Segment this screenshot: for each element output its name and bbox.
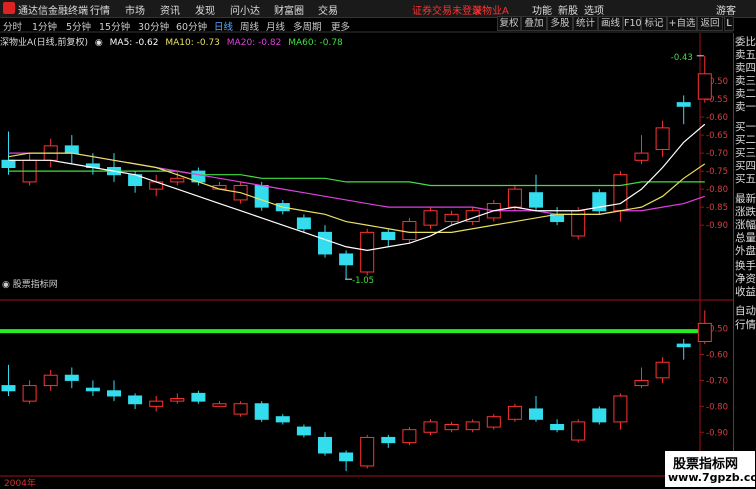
- candle-up: [444, 213, 459, 223]
- sub-candle-down: [676, 343, 691, 348]
- sidebar-item-pct[interactable]: 涨幅: [735, 219, 756, 232]
- sidebar-item-volume[interactable]: 总量: [735, 232, 756, 245]
- sub-candle-down: [128, 395, 143, 405]
- y-tick-label: -0.75: [706, 167, 728, 177]
- candle-up: [170, 177, 185, 183]
- sub-candle-up: [149, 400, 164, 407]
- sub-candle-up: [22, 385, 37, 402]
- sidebar-item-turnover[interactable]: 换手: [735, 260, 756, 273]
- y-tick-label: -0.80: [706, 185, 728, 195]
- sub-candle-up: [571, 421, 586, 441]
- sub-y-tick-label: -0.90: [706, 428, 728, 438]
- sub-candle-up: [423, 421, 438, 433]
- candle-up: [613, 174, 628, 212]
- sub-candle-down: [339, 452, 354, 462]
- y-tick-label: -0.90: [706, 221, 728, 231]
- sidebar-item-eps[interactable]: 收益: [735, 286, 756, 299]
- candle-down: [381, 231, 396, 241]
- sub-candle-down: [191, 392, 206, 402]
- candle-up: [507, 188, 522, 208]
- sub-y-tick-label: -0.80: [706, 402, 728, 412]
- indicator-panel-title: ◉ 股票指标网: [2, 280, 58, 290]
- y-tick-label: -0.85: [706, 203, 728, 213]
- sub-candle-down: [254, 403, 269, 420]
- kline-chart[interactable]: -0.50-0.55-0.60-0.65-0.70-0.75-0.80-0.85…: [0, 0, 733, 487]
- sidebar-item-buy3[interactable]: 买三: [735, 147, 756, 160]
- sub-candle-up: [486, 416, 501, 428]
- candle-up: [655, 127, 670, 150]
- sub-y-tick-label: -0.60: [706, 350, 728, 360]
- high-annotation: -0.43: [671, 53, 693, 63]
- candle-up: [402, 221, 417, 241]
- sidebar-item-buy1[interactable]: 买一: [735, 121, 756, 134]
- candle-down: [64, 145, 79, 154]
- sub-candle-down: [550, 423, 565, 431]
- sidebar-item-weibi[interactable]: 委比: [735, 36, 756, 49]
- candle-up: [423, 210, 438, 226]
- sub-candle-down: [85, 387, 100, 392]
- sub-candle-up: [170, 398, 185, 402]
- watermark-url: www.7gpzb.com: [668, 471, 756, 484]
- sidebar-item-buy5[interactable]: 买五: [735, 173, 756, 186]
- sub-candle-down: [529, 408, 543, 420]
- sidebar-item-sell3[interactable]: 卖三: [735, 75, 756, 88]
- sub-candle-down: [381, 436, 396, 444]
- low-annotation: -1.05: [352, 276, 374, 286]
- sidebar-item-quote[interactable]: 行情: [735, 319, 756, 332]
- sub-candle-up: [507, 405, 522, 420]
- candle-down: [296, 217, 311, 230]
- candle-down: [529, 192, 543, 208]
- candle-down: [1, 159, 16, 168]
- sub-candle-up: [444, 423, 459, 431]
- ma5-line: [8, 123, 706, 251]
- sub-candle-down: [318, 436, 332, 454]
- sub-candle-up: [465, 421, 480, 431]
- y-tick-label: -0.60: [706, 113, 728, 123]
- sidebar-item-buy2[interactable]: 买二: [735, 134, 756, 147]
- candle-up: [360, 231, 375, 273]
- sidebar-item-netasset[interactable]: 净资: [735, 273, 756, 286]
- sidebar-item-auto[interactable]: 自动: [735, 305, 756, 318]
- year-label: 2004年: [4, 479, 36, 489]
- quote-sidebar: 委比 卖五 卖四 卖三 卖二 卖一 买一 买二 买三 买四 买五 最新 涨跌 涨…: [733, 33, 756, 487]
- y-tick-label: -0.65: [706, 131, 728, 141]
- sub-candle-down: [275, 416, 290, 423]
- sidebar-item-sell4[interactable]: 卖四: [735, 62, 756, 75]
- indicator-settings-icon[interactable]: ◉: [2, 280, 13, 290]
- sidebar-item-latest[interactable]: 最新: [735, 193, 756, 206]
- sidebar-item-sell5[interactable]: 卖五: [735, 49, 756, 62]
- sub-y-tick-label: -0.70: [706, 376, 728, 386]
- candle-up: [634, 152, 649, 161]
- sub-candle-down: [64, 374, 79, 381]
- sub-candle-down: [592, 408, 607, 423]
- sub-candle-up: [43, 374, 58, 387]
- sub-candle-up: [360, 436, 375, 467]
- sub-candle-up: [655, 361, 670, 379]
- y-tick-label: -0.70: [706, 149, 728, 159]
- candle-down: [339, 253, 354, 266]
- sub-candle-down: [107, 390, 121, 397]
- candle-up: [697, 73, 712, 100]
- sub-candle-up: [634, 379, 649, 387]
- candle-down: [676, 102, 691, 107]
- sub-candle-up: [402, 429, 417, 444]
- sidebar-item-change[interactable]: 涨跌: [735, 206, 756, 219]
- sub-candle-down: [1, 385, 16, 392]
- sub-candle-up: [233, 403, 248, 415]
- candle-down: [318, 231, 332, 255]
- sub-candle-up: [613, 395, 628, 423]
- sidebar-item-sell1[interactable]: 卖一: [735, 101, 756, 114]
- watermark: 股票指标网 www.7gpzb.com: [665, 451, 756, 487]
- sub-candle-up: [212, 403, 227, 407]
- sub-candle-up: [697, 322, 712, 343]
- sidebar-item-outer[interactable]: 外盘: [735, 245, 756, 258]
- watermark-title: 股票指标网: [673, 457, 739, 472]
- sub-candle-down: [296, 426, 311, 436]
- sidebar-item-buy4[interactable]: 买四: [735, 160, 756, 173]
- candle-down: [254, 185, 269, 208]
- sidebar-item-sell2[interactable]: 卖二: [735, 88, 756, 101]
